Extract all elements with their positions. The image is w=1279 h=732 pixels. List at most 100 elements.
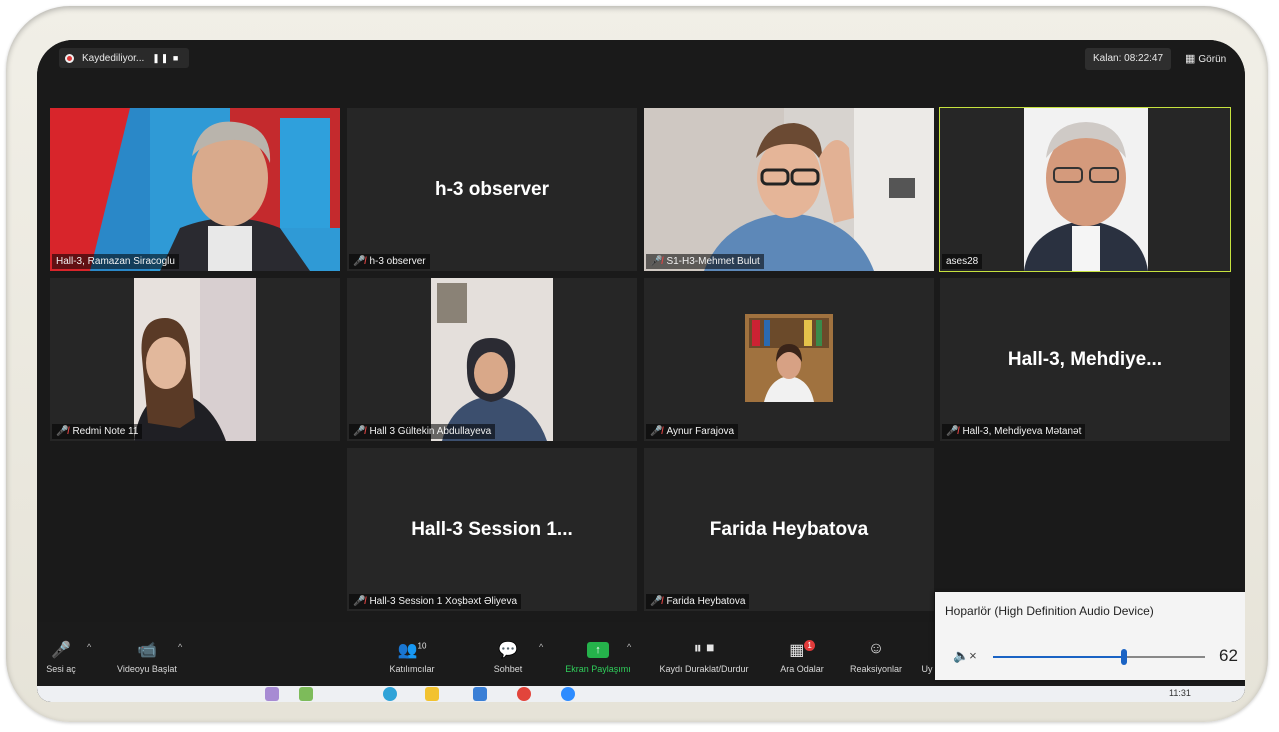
participants-button[interactable]: 👥10 Katılımcılar — [377, 640, 447, 674]
top-bar: Kaydediliyor... ❚❚ ■ Kalan: 08:22:47 ▦ Gö… — [37, 40, 1245, 76]
view-label: Görün — [1198, 54, 1227, 65]
video-options-caret-icon[interactable]: ^ — [178, 642, 182, 652]
participant-name: Hall-3, Ramazan Siracoglu — [56, 256, 175, 267]
mic-muted-icon: 🎤̸ — [650, 426, 663, 437]
speaker-mute-icon[interactable]: 🔈× — [953, 648, 977, 664]
grid-icon: ▦ — [1185, 53, 1196, 65]
video-tile[interactable]: 🎤̸ S1-H3-Mehmet Bulut — [644, 108, 934, 271]
breakout-rooms-icon: ▦ 1 — [773, 640, 831, 662]
participants-label: Katılımcılar — [389, 664, 435, 674]
video-tile[interactable]: 🎤̸ Redmi Note 11 — [50, 278, 340, 441]
video-tile[interactable]: 🎤̸ Hall 3 Gültekin Abdullayeva — [347, 278, 637, 441]
participant-name-label: 🎤̸ Aynur Farajova — [646, 424, 739, 439]
mic-muted-icon: 🎤̸ — [353, 596, 366, 607]
taskbar-edge-icon[interactable] — [383, 687, 397, 701]
participant-video — [940, 108, 1230, 271]
mic-muted-icon: 🎤̸ — [650, 256, 663, 267]
unmute-label: Sesi aç — [46, 664, 76, 674]
participant-display-name: Hall-3 Session 1... — [411, 518, 573, 540]
video-tile[interactable]: Hall-3, Ramazan Siracoglu — [50, 108, 340, 271]
share-options-caret-icon[interactable]: ^ — [627, 642, 631, 652]
start-video-label: Videoyu Başlat — [117, 664, 177, 674]
breakout-rooms-label: Ara Odalar — [780, 664, 824, 674]
video-tile[interactable]: Hall-3, Mehdiye... 🎤̸ Hall-3, Mehdiyeva M… — [940, 278, 1230, 441]
taskbar-store-icon[interactable] — [473, 687, 487, 701]
participant-name: Hall-3, Mehdiyeva Mətanət — [962, 426, 1082, 437]
breakout-rooms-button[interactable]: ▦ 1 Ara Odalar — [773, 640, 831, 674]
participant-name: Aynur Farajova — [666, 426, 735, 437]
zoom-window: Kaydediliyor... ❚❚ ■ Kalan: 08:22:47 ▦ Gö… — [37, 40, 1245, 702]
participant-video — [644, 108, 934, 271]
reactions-button[interactable]: ☺ Reaksiyonlar — [843, 640, 909, 674]
participant-display-name: Hall-3, Mehdiye... — [1007, 348, 1163, 370]
reactions-icon: ☺ — [867, 640, 885, 657]
speaker-volume-popup: Hoparlör (High Definition Audio Device) … — [935, 592, 1245, 680]
participant-name: ases28 — [946, 256, 979, 267]
chat-label: Sohbet — [493, 664, 523, 674]
participants-count: 10 — [417, 641, 427, 651]
reactions-label: Reaksiyonlar — [849, 664, 903, 674]
more-apps-button[interactable]: Uy — [919, 640, 935, 674]
participant-name-label: 🎤̸ Farida Heybatova — [646, 594, 750, 609]
more-apps-label: Uy — [921, 664, 933, 674]
start-video-button[interactable]: 📹 Videoyu Başlat — [107, 640, 187, 674]
volume-slider-fill — [993, 656, 1125, 658]
participant-name-label: 🎤̸ h-3 observer — [349, 254, 430, 269]
participant-video — [50, 108, 340, 271]
chat-options-caret-icon[interactable]: ^ — [539, 642, 543, 652]
volume-value: 62 — [1219, 646, 1238, 665]
mic-muted-icon: 🎤̸ — [353, 426, 366, 437]
taskbar-clock: 11:31 — [1169, 688, 1191, 698]
volume-slider[interactable] — [993, 649, 1205, 665]
mic-muted-icon: 🎤̸ — [353, 256, 366, 267]
participants-icon: 👥10 — [397, 641, 427, 659]
chat-icon: 💬 — [498, 642, 518, 659]
participant-name-label: 🎤̸ Hall 3 Gültekin Abdullayeva — [349, 424, 496, 439]
video-off-icon: 📹 — [137, 642, 157, 659]
remaining-time: Kalan: 08:22:47 — [1085, 48, 1172, 70]
participant-name-label: ases28 — [942, 254, 983, 269]
volume-slider-thumb[interactable] — [1121, 649, 1128, 665]
participant-video — [347, 278, 637, 441]
participant-display-name: h-3 observer — [434, 178, 550, 200]
pause-stop-recording-label: Kaydı Duraklat/Durdur — [659, 664, 749, 674]
os-taskbar: 11:31 — [37, 686, 1245, 702]
participant-name-label: 🎤̸ Redmi Note 11 — [52, 424, 143, 439]
mic-off-icon: 🎤 — [51, 642, 71, 659]
taskbar-app-icon[interactable] — [299, 687, 313, 701]
participant-name: h-3 observer — [369, 256, 426, 267]
participant-name: S1-H3-Mehmet Bulut — [666, 256, 760, 267]
video-tile[interactable]: Farida Heybatova 🎤̸ Farida Heybatova — [644, 448, 934, 611]
taskbar-chrome-icon[interactable] — [517, 687, 531, 701]
participant-name-label: 🎤̸ Hall-3 Session 1 Xoşbəxt Əliyeva — [349, 594, 522, 609]
pause-stop-icon: ⏸ ⏹ — [693, 640, 715, 657]
share-screen-label: Ekran Paylaşımı — [565, 664, 631, 674]
mic-muted-icon: 🎤̸ — [650, 596, 663, 607]
video-tile-active-speaker[interactable]: ases28 — [939, 107, 1231, 272]
mic-muted-icon: 🎤̸ — [56, 426, 69, 437]
video-tile[interactable]: h-3 observer 🎤̸ h-3 observer — [347, 108, 637, 271]
pause-stop-recording-button[interactable]: ⏸ ⏹ Kaydı Duraklat/Durdur — [647, 640, 761, 674]
participant-video — [50, 278, 340, 441]
taskbar-folder-icon[interactable] — [425, 687, 439, 701]
recording-pause-stop-icons[interactable]: ❚❚ ■ — [152, 53, 179, 64]
record-dot-icon — [65, 53, 74, 63]
participant-display-name: Farida Heybatova — [709, 518, 869, 540]
taskbar-zoom-icon[interactable] — [561, 687, 575, 701]
mic-muted-icon: 🎤̸ — [946, 426, 959, 437]
chat-button[interactable]: 💬 Sohbet — [483, 640, 533, 674]
apps-icon — [919, 640, 935, 662]
participant-name-label: 🎤̸ S1-H3-Mehmet Bulut — [646, 254, 764, 269]
recording-indicator[interactable]: Kaydediliyor... ❚❚ ■ — [59, 48, 190, 68]
unmute-button[interactable]: 🎤 Sesi aç — [41, 640, 81, 674]
speaker-device-title: Hoparlör (High Definition Audio Device) — [945, 604, 1154, 618]
view-button[interactable]: ▦ Görün — [1185, 48, 1226, 70]
video-tile[interactable]: 🎤̸ Aynur Farajova — [644, 278, 934, 441]
taskbar-app-icon[interactable] — [265, 687, 279, 701]
participant-name: Farida Heybatova — [666, 596, 746, 607]
participant-name-label: Hall-3, Ramazan Siracoglu — [52, 254, 179, 269]
audio-options-caret-icon[interactable]: ^ — [87, 642, 91, 652]
video-tile[interactable]: Hall-3 Session 1... 🎤̸ Hall-3 Session 1 X… — [347, 448, 637, 611]
breakout-badge: 1 — [804, 640, 815, 651]
participant-name: Hall 3 Gültekin Abdullayeva — [369, 426, 492, 437]
